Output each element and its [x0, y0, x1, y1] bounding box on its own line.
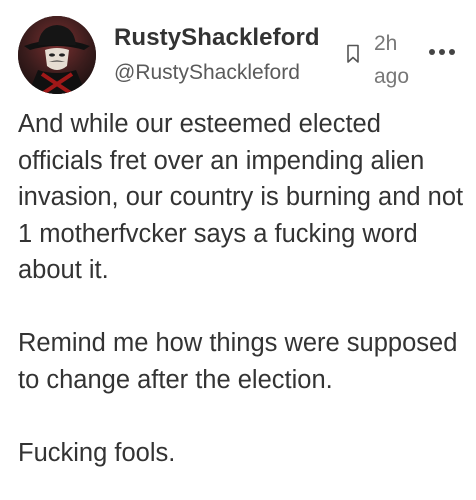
post-paragraph: And while our esteemed elected officials…: [18, 110, 464, 284]
avatar[interactable]: [18, 16, 96, 94]
bookmark-icon[interactable]: [346, 44, 360, 64]
guy-fawkes-mask-icon: [18, 16, 96, 94]
post: RustyShackleford @RustyShackleford 2h ag…: [0, 0, 476, 500]
post-paragraph: Fucking fools.: [18, 438, 176, 467]
author-handle[interactable]: @RustyShackleford: [114, 61, 300, 85]
author-display-name[interactable]: RustyShackleford: [114, 24, 320, 52]
post-paragraph: Remind me how things were supposed to ch…: [18, 329, 458, 394]
post-body: And while our esteemed elected officials…: [18, 106, 464, 471]
post-timestamp: 2h ago: [374, 32, 410, 88]
more-dots-icon[interactable]: [428, 47, 456, 57]
